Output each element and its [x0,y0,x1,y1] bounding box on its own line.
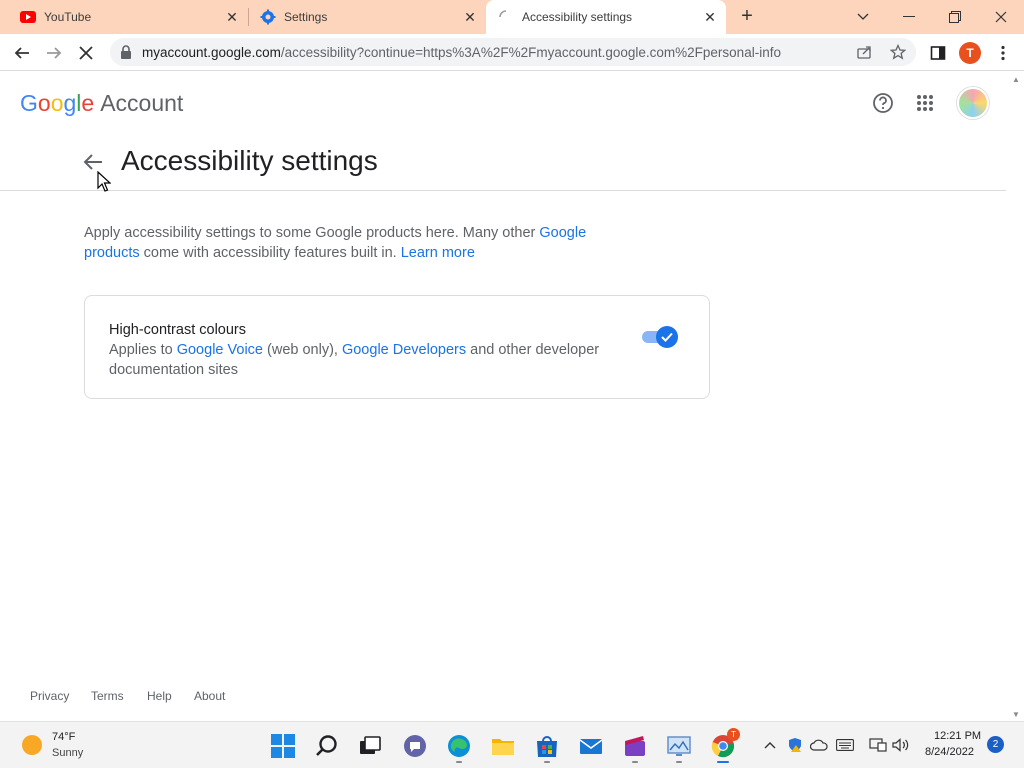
youtube-icon [20,11,36,23]
restore-button[interactable] [932,0,978,34]
tab-title: Accessibility settings [522,10,633,24]
weather-temperature[interactable]: 74°F [52,731,75,743]
scroll-down-arrow-icon[interactable]: ▼ [1012,710,1020,719]
account-avatar[interactable] [957,87,989,119]
high-contrast-setting-card: High-contrast colours Applies to Google … [84,295,710,399]
google-developers-link[interactable]: Google Developers [342,342,466,358]
chevron-up-icon[interactable] [761,737,779,753]
more-menu-icon[interactable] [990,40,1016,66]
lock-icon [121,45,131,59]
help-link[interactable]: Help [147,689,172,703]
address-bar[interactable]: myaccount.google.com/accessibility?conti… [110,38,916,66]
close-tab-icon[interactable]: ✕ [702,9,718,25]
privacy-link[interactable]: Privacy [30,689,69,703]
running-indicator [456,761,462,763]
weather-condition[interactable]: Sunny [52,747,83,759]
forward-button[interactable] [41,40,67,66]
clock-date[interactable]: 8/24/2022 [925,746,974,758]
minimize-button[interactable] [886,0,932,34]
windows-taskbar: 74°F Sunny T 12:21 PM 8/24/2022 2 [0,721,1024,768]
notification-badge[interactable]: 2 [987,736,1004,753]
setting-description: Applies to Google Voice (web only), Goog… [109,342,600,378]
chrome-profile-badge: T [727,728,740,741]
high-contrast-toggle[interactable] [642,326,678,348]
google-account-logo[interactable]: Google Account [20,90,183,117]
browser-toolbar: myaccount.google.com/accessibility?conti… [0,34,1024,71]
learn-more-link[interactable]: Learn more [401,245,475,261]
page-title: Accessibility settings [121,145,378,176]
active-app-indicator [717,761,729,763]
clock-time[interactable]: 12:21 PM [934,730,981,742]
teams-chat-icon[interactable] [402,733,428,759]
side-panel-icon[interactable] [925,40,951,66]
bookmark-star-icon[interactable] [889,43,907,61]
gear-icon [260,9,276,25]
profile-avatar[interactable]: T [959,42,981,64]
stop-loading-button[interactable] [73,40,99,66]
page-scrollbar[interactable]: ▲ ▼ [1008,71,1024,721]
network-icon[interactable] [869,737,887,753]
about-link[interactable]: About [194,689,225,703]
google-voice-link[interactable]: Google Voice [177,342,263,358]
intro-text: Apply accessibility settings to some Goo… [84,225,587,261]
tab-search-chevron-icon[interactable] [840,0,886,34]
search-icon[interactable] [314,733,340,759]
loading-spinner-icon [499,10,507,18]
toggle-knob [656,326,678,348]
help-icon[interactable] [870,90,896,116]
url-text: myaccount.google.com/accessibility?conti… [142,45,781,60]
volume-icon[interactable] [892,737,910,753]
tab-title: YouTube [44,10,92,24]
terms-link[interactable]: Terms [91,689,124,703]
tab-youtube[interactable]: YouTube ✕ [0,0,248,34]
mouse-cursor-icon [97,171,111,192]
product-name: Account [100,90,184,116]
security-shield-icon[interactable] [786,737,804,753]
file-explorer-icon[interactable] [490,733,516,759]
keyboard-icon[interactable] [836,737,854,753]
close-window-button[interactable] [978,0,1024,34]
back-button[interactable] [9,40,35,66]
tab-accessibility-settings[interactable]: Accessibility settings ✕ [486,0,726,34]
microsoft-store-icon[interactable] [534,733,560,759]
windows-start-icon[interactable] [270,733,296,759]
tab-title: Settings [284,10,328,24]
setting-title: High-contrast colours [109,322,246,338]
mail-icon[interactable] [578,733,604,759]
task-view-icon[interactable] [357,733,383,759]
video-editor-icon[interactable] [622,733,648,759]
share-icon[interactable] [856,43,874,61]
scroll-up-arrow-icon[interactable]: ▲ [1012,75,1020,84]
new-tab-button[interactable]: + [736,6,758,28]
running-indicator [544,761,550,763]
edge-browser-icon[interactable] [446,733,472,759]
checkmark-icon [661,332,673,342]
running-indicator [676,761,682,763]
google-logo-text: Google [20,90,95,116]
onedrive-cloud-icon[interactable] [810,737,828,753]
header-divider [0,190,1006,191]
close-tab-icon[interactable]: ✕ [462,9,478,25]
tab-strip: YouTube ✕ Settings ✕ Accessibility setti… [0,0,1024,34]
photos-monitor-icon[interactable] [666,733,692,759]
tab-settings[interactable]: Settings ✕ [240,0,488,34]
apps-grid-icon[interactable] [912,90,938,116]
sun-weather-icon[interactable] [22,735,42,755]
close-tab-icon[interactable]: ✕ [224,9,240,25]
running-indicator [632,761,638,763]
